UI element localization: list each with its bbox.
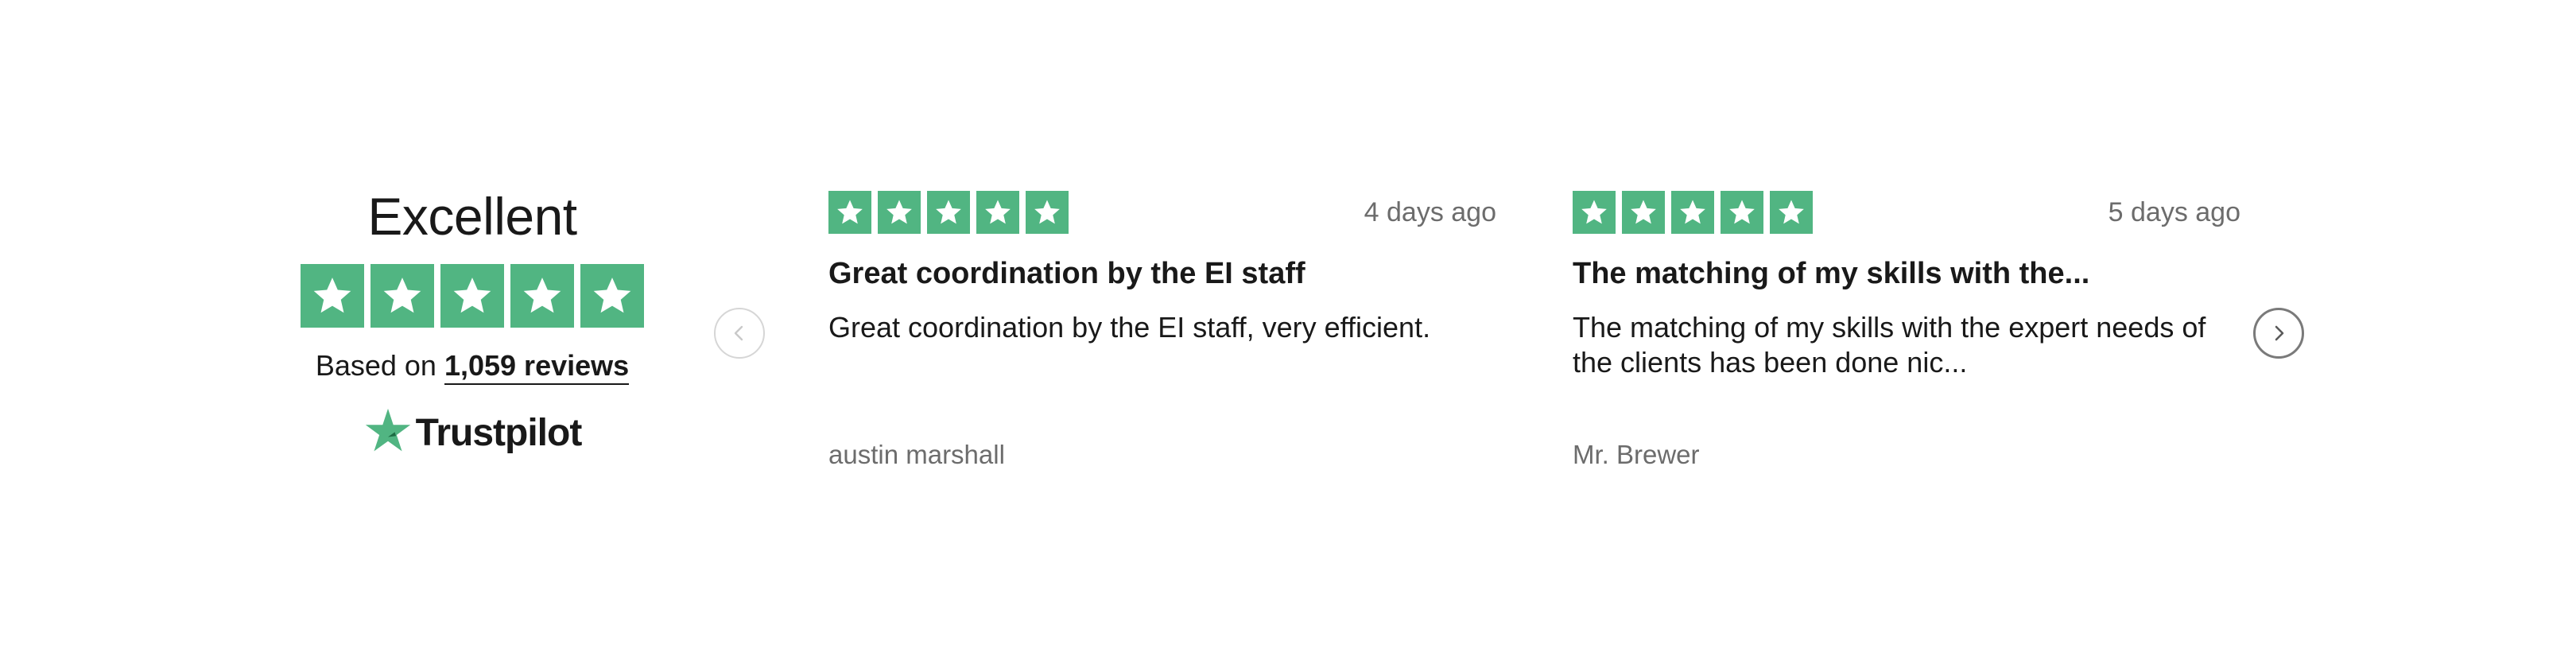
- review-title[interactable]: Great coordination by the EI staff: [828, 254, 1496, 293]
- overall-star-rating: [301, 264, 644, 328]
- star-icon: [927, 191, 970, 234]
- based-on-label: Based on: [315, 349, 436, 382]
- star-icon: [301, 264, 364, 328]
- star-icon: [370, 264, 434, 328]
- star-icon: [878, 191, 921, 234]
- review-author: Mr. Brewer: [1573, 440, 1700, 469]
- star-icon: [1770, 191, 1813, 234]
- review-title[interactable]: The matching of my skills with the...: [1573, 254, 2240, 293]
- review-card[interactable]: 5 days ago The matching of my skills wit…: [1573, 191, 2240, 471]
- star-icon: [580, 264, 644, 328]
- brand-name: Trustpilot: [415, 411, 583, 454]
- carousel-next-button[interactable]: [2253, 308, 2304, 359]
- review-body: Great coordination by the EI staff, very…: [828, 311, 1431, 344]
- chevron-left-icon: [734, 325, 743, 341]
- trustpilot-star-icon: [365, 408, 410, 452]
- rating-label: Excellent: [367, 187, 577, 246]
- star-icon: [1721, 191, 1763, 234]
- star-icon: [1622, 191, 1665, 234]
- trustpilot-summary: Excellent Based on 1,059 reviews Trustpi…: [296, 184, 649, 455]
- review-star-rating: [1573, 191, 1813, 234]
- review-author: austin marshall: [828, 440, 1005, 469]
- star-icon: [1671, 191, 1714, 234]
- review-date: 5 days ago: [2108, 196, 2240, 227]
- trustpilot-logo[interactable]: Trustpilot: [363, 408, 583, 455]
- review-count-text: Based on 1,059 reviews: [315, 348, 630, 385]
- chevron-right-icon: [2275, 325, 2284, 341]
- star-icon: [1026, 191, 1069, 234]
- review-body: The matching of my skills with the exper…: [1573, 311, 2206, 379]
- star-icon: [510, 264, 574, 328]
- star-icon: [976, 191, 1019, 234]
- review-star-rating: [828, 191, 1069, 234]
- carousel-prev-button[interactable]: [714, 308, 765, 359]
- star-icon: [440, 264, 504, 328]
- review-card[interactable]: 4 days ago Great coordination by the EI …: [828, 191, 1496, 471]
- review-date: 4 days ago: [1364, 196, 1496, 227]
- star-icon: [828, 191, 871, 234]
- star-icon: [1573, 191, 1616, 234]
- review-count-link[interactable]: 1,059 reviews: [444, 349, 630, 385]
